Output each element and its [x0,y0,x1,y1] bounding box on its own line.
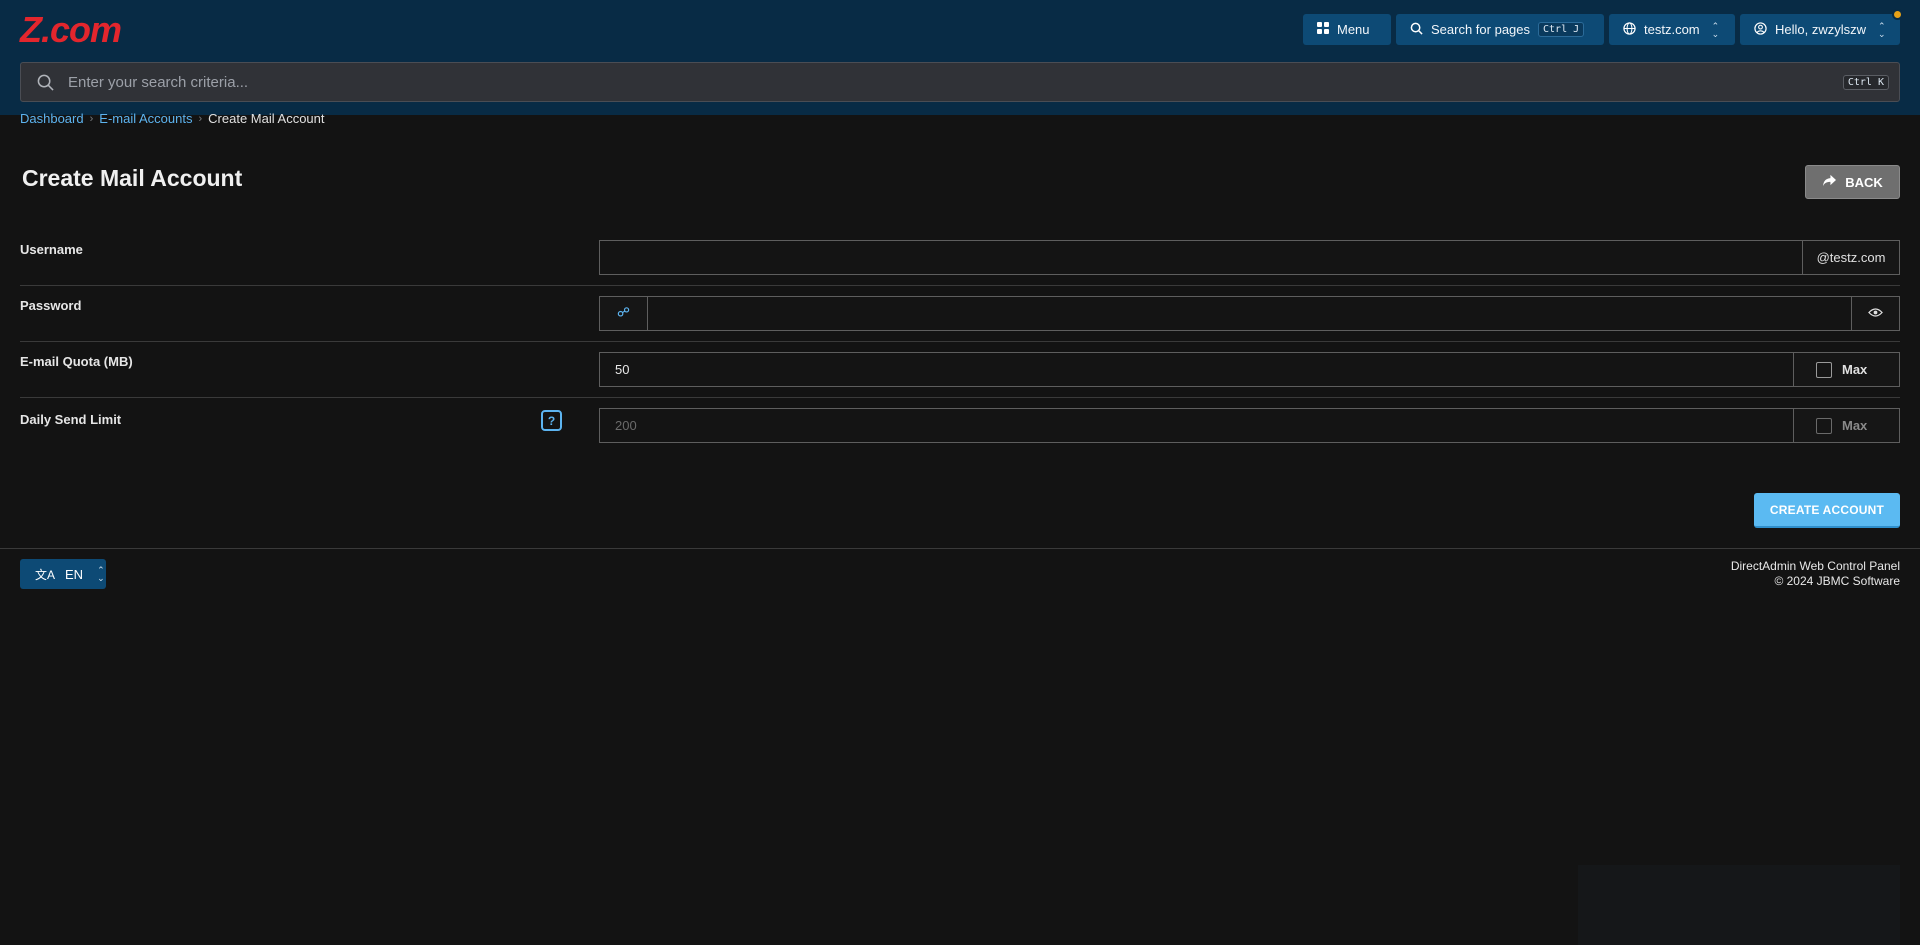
breadcrumb-dashboard[interactable]: Dashboard [20,111,84,126]
username-label: Username [20,242,83,257]
footer-product-name: DirectAdmin Web Control Panel [1730,559,1900,573]
quota-max-checkbox[interactable] [1816,361,1832,378]
user-menu[interactable]: Hello, zwzylszw ⌃ ⌄ [1740,14,1900,45]
quota-max-label: Max [1842,362,1868,377]
breadcrumb-email-accounts[interactable]: E-mail Accounts [99,111,192,126]
globe-icon [1623,21,1636,38]
share-arrow-icon [1822,174,1837,190]
top-header: Z.com Menu Search for pages Ctrl J testz… [0,0,1920,115]
search-placeholder: Enter your search criteria... [68,73,249,91]
chevron-right-icon: › [89,112,94,125]
search-icon [1410,22,1423,38]
language-selector[interactable]: 文A EN ⌃ ⌄ [20,559,106,589]
key-icon [617,306,631,321]
chevron-updown-icon: ⌃ ⌄ [1711,20,1720,39]
chevron-right-icon: › [198,112,203,125]
send-limit-max-label: Max [1842,418,1868,433]
search-pages-shortcut: Ctrl J [1538,22,1585,37]
domain-selector[interactable]: testz.com ⌃ ⌄ [1609,14,1735,45]
quota-label: E-mail Quota (MB) [20,354,133,369]
quota-input[interactable]: 50 [600,353,1793,386]
search-pages-button[interactable]: Search for pages Ctrl J [1396,14,1604,45]
menu-button[interactable]: Menu [1303,14,1391,45]
send-limit-field: 200 Max [599,408,1900,443]
toggle-password-visibility-button[interactable] [1851,297,1899,330]
user-icon [1754,21,1767,38]
notification-dot[interactable] [1892,9,1903,20]
send-limit-max-checkbox[interactable] [1816,417,1832,434]
menu-label: Menu [1337,22,1370,37]
language-label: EN [65,566,84,582]
page-title: Create Mail Account [22,165,243,191]
send-limit-label: Daily Send Limit [20,412,122,427]
domain-label: testz.com [1644,22,1700,37]
footer-divider [0,548,1920,549]
chevron-updown-icon: ⌃ ⌄ [97,565,105,583]
password-field [599,296,1900,331]
send-limit-max-toggle[interactable]: Max [1793,409,1899,442]
footer-copyright-line: © 2024 JBMC Software [1774,574,1900,588]
brand-logo[interactable]: Z.com [20,10,122,50]
username-field: @testz.com [599,240,1900,275]
help-icon[interactable]: ? [541,410,562,431]
footer-copyright: DirectAdmin Web Control Panel © 2024 JBM… [1731,559,1900,589]
password-input[interactable] [648,297,1851,330]
breadcrumb-current: Create Mail Account [208,111,325,126]
password-label: Password [20,298,82,313]
translate-icon: 文A [35,567,56,582]
generate-password-button[interactable] [600,297,648,330]
quota-field: 50 Max [599,352,1900,387]
eye-icon [1868,306,1883,321]
send-limit-input[interactable]: 200 [600,409,1793,442]
username-domain-suffix: @testz.com [1802,241,1899,274]
chevron-updown-icon: ⌃ ⌄ [1878,20,1886,39]
user-label: Hello, zwzylszw [1775,22,1867,37]
grid-icon [1317,22,1329,37]
create-account-button[interactable]: CREATE ACCOUNT [1754,493,1900,528]
search-shortcut: Ctrl K [1842,74,1889,90]
corner-panel [1578,865,1900,945]
back-label: BACK [1845,174,1883,190]
breadcrumb: Dashboard › E-mail Accounts › Create Mai… [20,111,325,126]
search-pages-label: Search for pages [1431,22,1531,37]
search-icon [37,74,54,91]
username-input[interactable] [600,241,1802,274]
quota-max-toggle[interactable]: Max [1793,353,1899,386]
back-button[interactable]: BACK [1805,165,1900,199]
global-search-input[interactable]: Enter your search criteria... Ctrl K [20,62,1900,102]
